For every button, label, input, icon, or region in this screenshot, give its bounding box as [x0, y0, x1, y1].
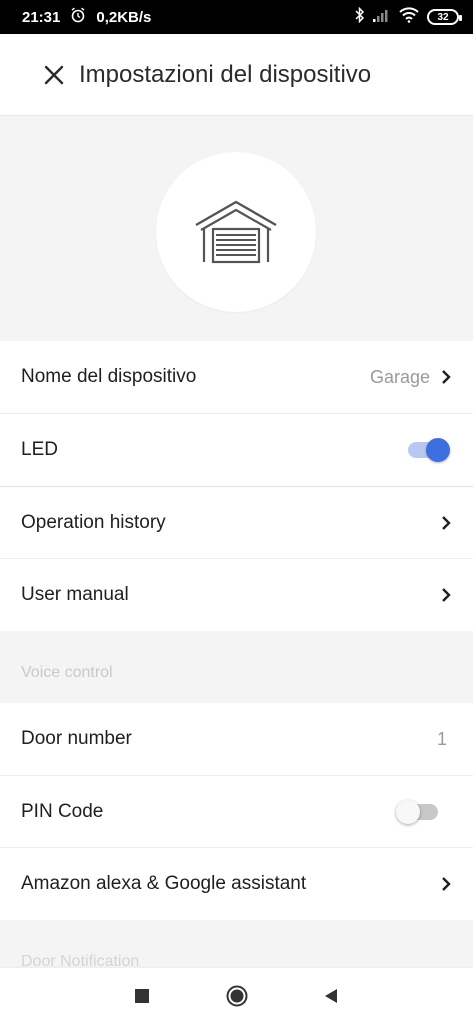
led-label: LED: [21, 439, 58, 460]
pin-code-toggle[interactable]: [396, 800, 438, 824]
pin-code-label: PIN Code: [21, 801, 104, 822]
led-row: LED: [0, 414, 473, 486]
close-icon: [44, 65, 64, 84]
garage-icon: [195, 200, 277, 264]
device-hero: [0, 116, 473, 341]
chevron-right-icon: [442, 516, 451, 530]
signal-icon: [373, 8, 391, 26]
chevron-right-icon: [442, 877, 451, 891]
chevron-right-icon: [442, 588, 451, 602]
square-icon: [135, 989, 149, 1003]
door-number-value: 1: [436, 728, 447, 749]
home-button[interactable]: [225, 984, 249, 1008]
section-voice-control: Voice control: [21, 664, 113, 681]
assistants-label: Amazon alexa & Google assistant: [21, 873, 307, 894]
chevron-right-icon: [442, 370, 451, 384]
status-bar: 21:31 0,2KB/s 32: [0, 0, 473, 34]
led-toggle[interactable]: [408, 438, 450, 462]
toggle-knob: [396, 800, 420, 824]
recents-button[interactable]: [130, 984, 154, 1008]
assistants-row[interactable]: Amazon alexa & Google assistant: [0, 848, 473, 920]
door-number-label: Door number: [21, 728, 132, 749]
door-number-row[interactable]: Door number 1: [0, 703, 473, 775]
back-button[interactable]: [319, 984, 343, 1008]
app-header: Impostazioni del dispositivo: [0, 34, 473, 116]
toggle-knob: [426, 438, 450, 462]
pin-code-row: PIN Code: [0, 776, 473, 848]
wifi-icon: [399, 7, 419, 27]
operation-history-row[interactable]: Operation history: [0, 487, 473, 559]
close-button[interactable]: [34, 55, 74, 95]
status-time: 21:31: [22, 8, 61, 26]
operation-history-label: Operation history: [21, 512, 166, 533]
device-avatar[interactable]: [156, 152, 316, 312]
circle-icon: [226, 985, 247, 1007]
page-title: Impostazioni del dispositivo: [79, 60, 372, 88]
system-nav-bar: [0, 968, 473, 1024]
alarm-icon: [70, 7, 86, 27]
user-manual-row[interactable]: User manual: [0, 559, 473, 631]
device-name-row[interactable]: Nome del dispositivo Garage: [0, 341, 473, 413]
battery-indicator: 32: [427, 9, 462, 25]
device-name-value: Garage: [369, 366, 430, 387]
back-triangle-icon: [325, 989, 337, 1003]
bluetooth-icon: [355, 6, 365, 27]
user-manual-label: User manual: [21, 584, 129, 605]
device-name-label: Nome del dispositivo: [21, 366, 197, 387]
network-speed: 0,2KB/s: [96, 8, 152, 26]
